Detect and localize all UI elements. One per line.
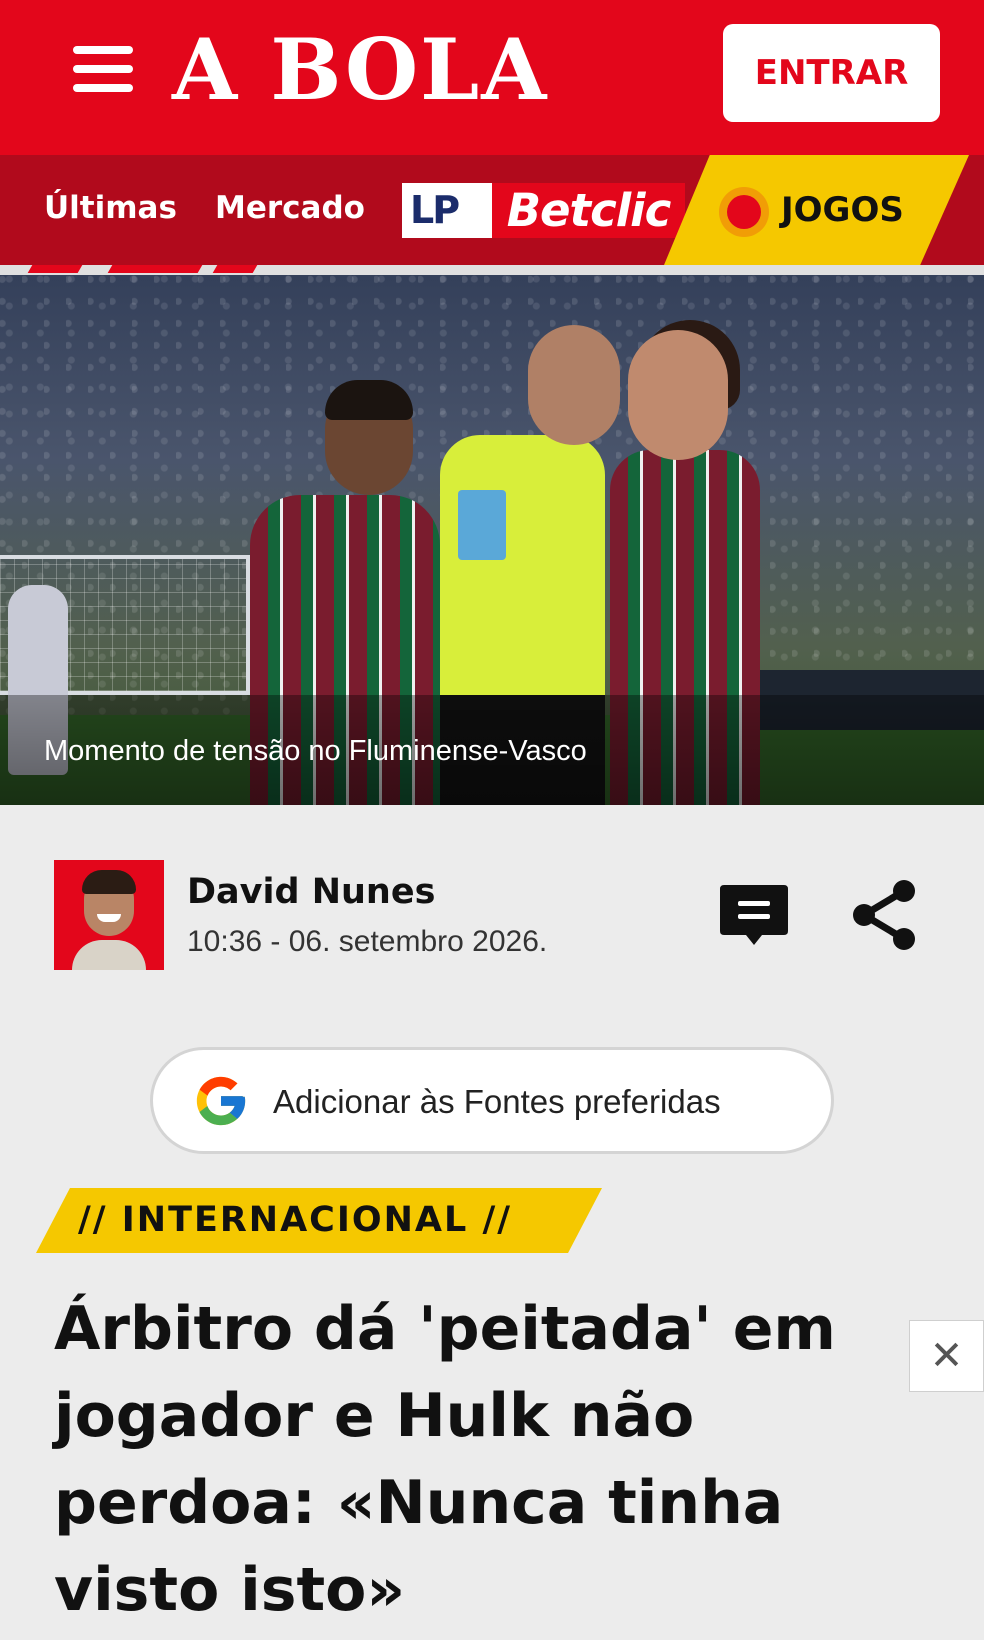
nav-item-ultimas[interactable]: Últimas [44, 190, 177, 226]
site-logo[interactable]: A BOLA [172, 28, 702, 112]
ad-close-button[interactable]: ✕ [909, 1320, 984, 1392]
publish-date: 10:36 - 06. setembro 2026. [187, 925, 548, 958]
add-preferred-source-button[interactable]: Adicionar às Fontes preferidas [150, 1047, 834, 1154]
preferred-source-label: Adicionar às Fontes preferidas [273, 1083, 721, 1120]
article-headline: Árbitro dá 'peitada' em jogador e Hulk n… [54, 1294, 836, 1625]
site-header: A BOLA ENTRAR [0, 0, 984, 155]
author-avatar[interactable] [54, 860, 164, 970]
login-button[interactable]: ENTRAR [723, 24, 940, 122]
hamburger-menu-icon[interactable] [73, 46, 133, 92]
image-caption: Momento de tensão no Fluminense-Vasco [44, 735, 587, 767]
jogos-label[interactable]: JOGOS [781, 190, 904, 230]
comment-icon[interactable] [718, 883, 790, 951]
share-icon[interactable] [850, 877, 918, 953]
google-icon [196, 1076, 246, 1126]
live-dot-icon [727, 195, 761, 229]
nav-item-mercado[interactable]: Mercado [215, 190, 365, 226]
lp-sponsor-logo[interactable]: LP [402, 183, 492, 238]
category-label[interactable]: // INTERNACIONAL // [78, 1200, 512, 1240]
betclic-sponsor-logo[interactable]: Betclic [492, 183, 685, 238]
nav-divider [0, 265, 984, 275]
hero-image[interactable]: Momento de tensão no Fluminense-Vasco [0, 275, 984, 805]
author-name[interactable]: David Nunes [187, 872, 435, 912]
